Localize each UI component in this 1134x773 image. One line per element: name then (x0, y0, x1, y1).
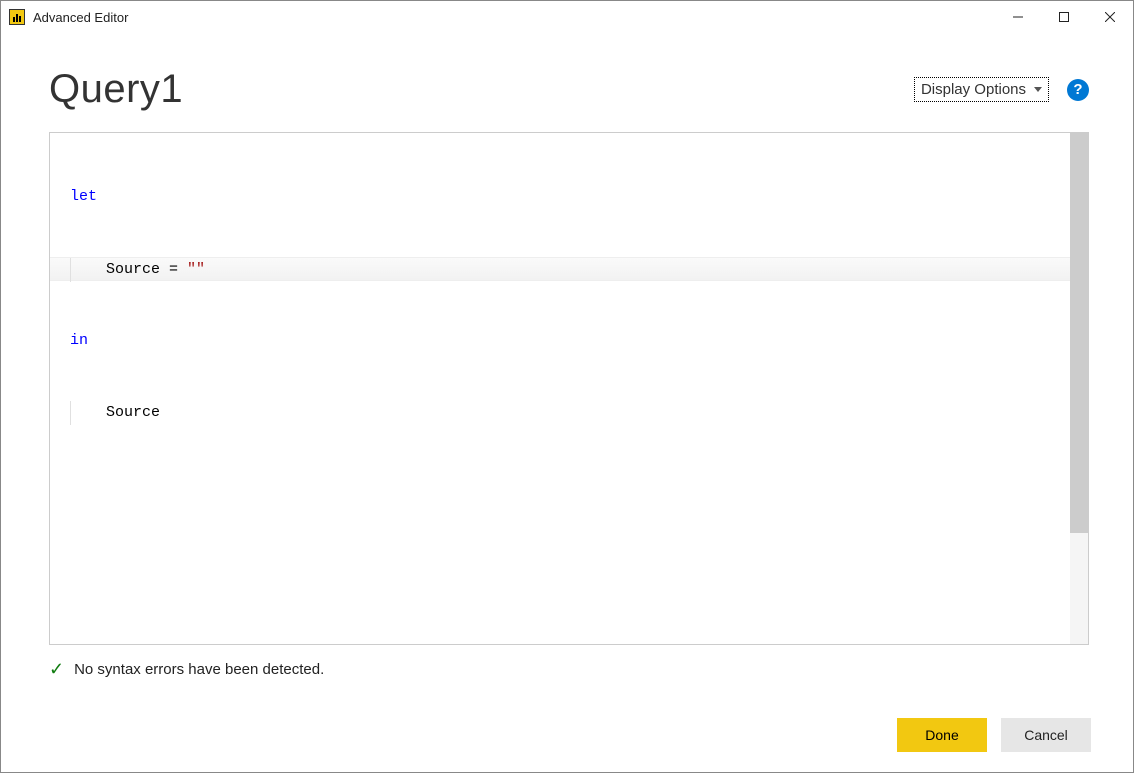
close-button[interactable] (1087, 1, 1133, 33)
help-icon[interactable]: ? (1067, 79, 1089, 101)
minimize-button[interactable] (995, 1, 1041, 33)
button-row: Done Cancel (49, 718, 1091, 752)
titlebar: Advanced Editor (1, 1, 1133, 33)
maximize-button[interactable] (1041, 1, 1087, 33)
status-row: ✓ No syntax errors have been detected. (49, 659, 1089, 680)
app-icon (9, 9, 25, 25)
done-button[interactable]: Done (897, 718, 987, 752)
vertical-scrollbar[interactable] (1070, 133, 1088, 644)
close-icon (1105, 12, 1115, 22)
indent-guide (70, 258, 106, 282)
string-literal: "" (187, 261, 205, 278)
chevron-down-icon (1034, 87, 1042, 92)
scrollbar-thumb[interactable] (1070, 133, 1088, 533)
maximize-icon (1059, 12, 1069, 22)
keyword-let: let (70, 188, 97, 205)
minimize-icon (1013, 12, 1023, 22)
display-options-label: Display Options (921, 81, 1026, 98)
keyword-in: in (70, 332, 88, 349)
display-options-dropdown[interactable]: Display Options (914, 77, 1049, 102)
code-text: Source = (106, 261, 187, 278)
code-editor[interactable]: let Source = "" in Source (49, 132, 1089, 645)
code-line: Source (70, 401, 1062, 425)
content-area: Query1 Display Options ? let Source = ""… (1, 33, 1133, 772)
code-text: Source (106, 404, 160, 421)
header-right: Display Options ? (914, 77, 1089, 102)
code-area[interactable]: let Source = "" in Source (50, 133, 1070, 644)
window-controls (995, 1, 1133, 33)
cancel-button[interactable]: Cancel (1001, 718, 1091, 752)
window-title: Advanced Editor (33, 10, 995, 25)
page-title: Query1 (49, 67, 183, 112)
indent-guide (70, 401, 106, 425)
code-line: let (70, 185, 1062, 209)
status-message: No syntax errors have been detected. (74, 661, 324, 678)
code-line-current: Source = "" (50, 257, 1070, 281)
check-icon: ✓ (49, 659, 64, 680)
header-row: Query1 Display Options ? (49, 67, 1089, 112)
code-line: in (70, 329, 1062, 353)
